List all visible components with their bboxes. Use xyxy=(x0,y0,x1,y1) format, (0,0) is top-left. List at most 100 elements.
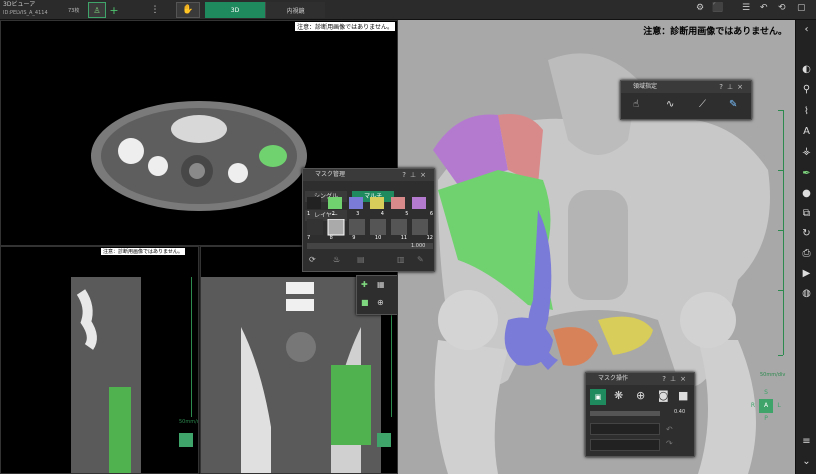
crosshair-icon[interactable]: ✚ xyxy=(361,280,368,289)
mask-panel-titlebar: マスク管理 ?⊥× xyxy=(303,169,434,181)
capture-icon[interactable]: ⬛ xyxy=(712,3,723,13)
mask-row-1-numbers: 1 2 3 4 5 6 xyxy=(307,211,433,217)
close-icon[interactable]: × xyxy=(737,83,747,91)
network-icon[interactable]: ⚶ xyxy=(799,144,814,159)
menu-button[interactable]: ⋮ xyxy=(150,2,160,18)
brush-tool-icon[interactable]: ✎ xyxy=(729,99,737,110)
pin-icon[interactable]: ⊥ xyxy=(670,375,680,383)
zoom-icon[interactable]: ⚲ xyxy=(799,82,814,97)
mask-op-value: 0.40 xyxy=(674,409,686,415)
mask-op-field-1[interactable] xyxy=(590,423,660,435)
mask-4-label: 4 xyxy=(380,211,384,217)
help-icon[interactable]: ? xyxy=(719,83,727,91)
sagittal-ct-image xyxy=(71,277,141,473)
mask-op-title: マスク操作 xyxy=(598,375,629,382)
menu-icon[interactable]: ≡ xyxy=(799,434,814,449)
measure-icon[interactable]: ⌇ xyxy=(799,104,814,119)
mask-op-fill-icon[interactable]: ◙ xyxy=(658,389,669,402)
ruler-tick xyxy=(778,170,783,171)
mask-5-label: 5 xyxy=(405,211,409,217)
lasso-tool-icon[interactable]: ∿ xyxy=(666,99,674,110)
edit-icon[interactable]: ✎ xyxy=(417,255,424,264)
undo-icon[interactable]: ↶ xyxy=(666,425,673,434)
mask-8-label: 8 xyxy=(329,235,333,241)
layout-icon[interactable]: ▦ xyxy=(377,280,385,289)
mask-9-label: 9 xyxy=(352,235,356,241)
mask-op-field-2[interactable] xyxy=(590,439,660,451)
mask-op-grow-icon[interactable]: ❋ xyxy=(614,389,623,402)
3d-scale-label: 50mm/div xyxy=(760,372,786,378)
mask-3-label: 3 xyxy=(356,211,360,217)
3d-orientation-cube[interactable]: S R A L P xyxy=(746,386,786,426)
rotate-icon[interactable]: ↻ xyxy=(799,226,814,241)
rotate-tool-button[interactable]: ✋ xyxy=(176,2,200,18)
sagittal-scale-label: 50mm/div xyxy=(179,419,198,425)
window-icon[interactable]: ▢ xyxy=(797,3,806,13)
body-thumbnail-button[interactable]: ♙ xyxy=(88,2,106,18)
delete-icon[interactable]: ▤ xyxy=(357,255,365,264)
pin-icon[interactable]: ⊥ xyxy=(727,83,737,91)
mask-management-panel: マスク管理 ?⊥× シングル マルチ レイヤー 1 2 3 4 5 6 7 8 … xyxy=(302,168,435,272)
link-icon[interactable]: ⊕ xyxy=(377,298,384,307)
ruler-tick xyxy=(778,230,783,231)
video-icon[interactable]: ▶ xyxy=(799,266,814,281)
collapse-icon[interactable]: ‹ xyxy=(799,22,814,37)
hand-rotate-icon: ✋ xyxy=(182,5,194,15)
plus-icon: + xyxy=(109,3,119,17)
mask-11-label: 11 xyxy=(400,235,408,241)
mask-op-select-icon[interactable]: ▣ xyxy=(590,389,606,405)
mask-op-slider[interactable] xyxy=(590,411,660,416)
knife-tool-icon[interactable]: ⟋ xyxy=(699,99,706,110)
undo-all-icon[interactable]: ↶ xyxy=(760,3,768,13)
orient-p: P xyxy=(764,415,768,422)
coronal-orientation-cube[interactable] xyxy=(377,433,391,447)
orient-s: S xyxy=(764,389,768,396)
reset-icon[interactable]: ⟲ xyxy=(778,3,786,13)
ruler-tick xyxy=(778,355,783,356)
redo-icon[interactable]: ↷ xyxy=(666,439,673,448)
mask-operation-panel: マスク操作 ?⊥× ▣ ❋ ⊕ ◙ ■ 0.40 ↶ ↷ xyxy=(585,372,695,457)
settings-icon[interactable]: ⚙ xyxy=(696,3,704,13)
body-icon: ♙ xyxy=(93,5,101,15)
contrast-icon[interactable]: ◐ xyxy=(799,62,814,77)
mask-row-1-swatches xyxy=(307,197,426,209)
expand-icon[interactable]: ⌄ xyxy=(799,454,814,469)
mask-icon[interactable]: ■ xyxy=(361,298,369,307)
sagittal-viewport[interactable]: 注意：診断用画像ではありません。 50mm/div xyxy=(0,246,199,474)
app-title: 3Dビューア xyxy=(3,1,36,8)
globe-icon[interactable]: ◍ xyxy=(799,286,814,301)
export-icon[interactable]: ▥ xyxy=(397,255,405,264)
region-panel: 領域指定 ?⊥× ☝ ∿ ⟋ ✎ xyxy=(620,80,752,120)
help-icon[interactable]: ? xyxy=(402,171,410,179)
pin-icon[interactable]: ⊥ xyxy=(410,171,420,179)
mask-2-label: 2 xyxy=(331,211,335,217)
sagittal-orientation-cube[interactable] xyxy=(179,433,193,447)
3d-scale-ruler xyxy=(783,110,784,355)
ruler-tick xyxy=(778,290,783,291)
print-icon[interactable]: ⎙ xyxy=(799,246,814,261)
list-icon[interactable]: ☰ xyxy=(742,3,750,13)
orient-l: L xyxy=(777,402,781,409)
coronal-tool-palette: ✚ ▦ ■ ⊕ xyxy=(356,275,397,315)
close-icon[interactable]: × xyxy=(680,375,690,383)
coronal-viewport[interactable]: ✚ ▦ ■ ⊕ xyxy=(200,246,398,474)
add-button[interactable]: + xyxy=(108,2,120,18)
region-tool-icon[interactable]: ✒ xyxy=(799,166,814,181)
help-icon[interactable]: ? xyxy=(662,375,670,383)
mask-op-target-icon[interactable]: ⊕ xyxy=(636,389,645,402)
region-panel-title: 領域指定 xyxy=(633,83,658,90)
refresh-icon[interactable]: ⟳ xyxy=(309,255,316,264)
sagittal-scale-ruler xyxy=(191,277,192,417)
paint-bucket-icon[interactable]: ♨ xyxy=(333,255,340,264)
close-icon[interactable]: × xyxy=(420,171,430,179)
mask-1-label: 1 xyxy=(307,211,311,217)
pointer-tool-icon[interactable]: ☝ xyxy=(633,99,639,110)
tab-endoscope[interactable]: 内視鏡 xyxy=(265,2,325,18)
patient-id: ID:PELVIS_A_4114 xyxy=(3,10,48,16)
layers-icon[interactable]: ⧉ xyxy=(799,206,814,221)
mask-10-label: 10 xyxy=(374,235,382,241)
mask-op-square-icon[interactable]: ■ xyxy=(678,389,688,402)
tab-3d[interactable]: 3D xyxy=(205,2,265,18)
annotation-icon[interactable]: A xyxy=(799,124,814,139)
chat-icon[interactable]: ● xyxy=(799,186,814,201)
